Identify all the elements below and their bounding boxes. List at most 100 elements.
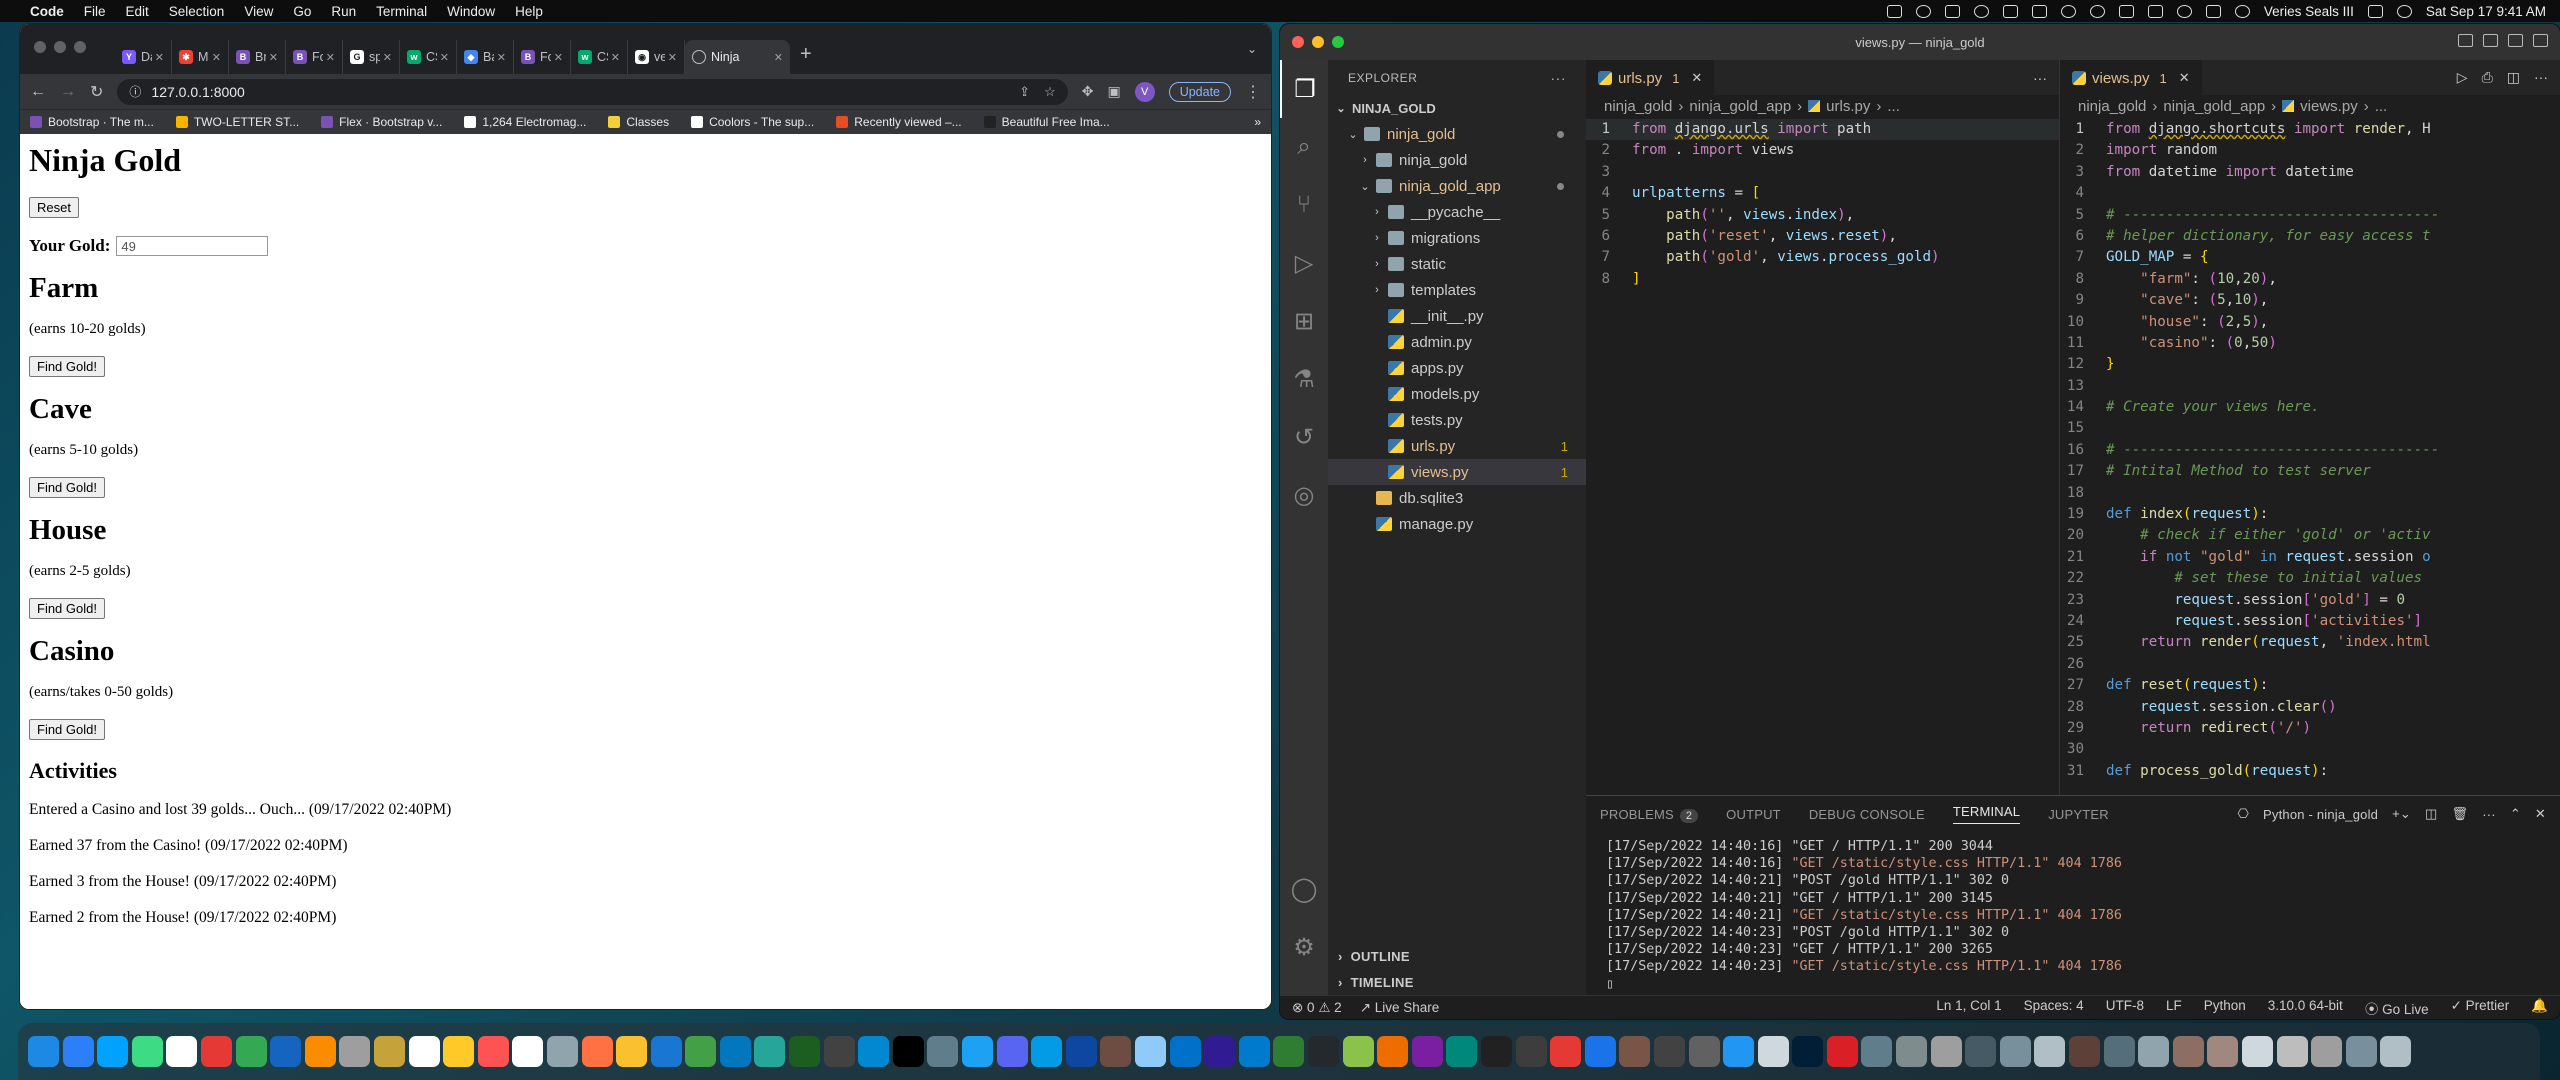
dock-app-icon[interactable]: [2311, 1036, 2343, 1067]
dock-app-icon[interactable]: [2069, 1036, 2101, 1067]
dock-app-icon[interactable]: [581, 1036, 613, 1067]
bookmark-item[interactable]: TWO-LETTER ST...: [175, 115, 299, 129]
play-icon[interactable]: [2089, 4, 2105, 18]
tree-item[interactable]: apps.py: [1328, 355, 1586, 381]
browser-tab[interactable]: ◉ verie✕: [628, 40, 685, 74]
close-tab-icon[interactable]: ✕: [269, 51, 278, 64]
menu-view[interactable]: View: [244, 4, 273, 19]
tab-jupyter[interactable]: JUPYTER: [2048, 807, 2109, 822]
close-tab-icon[interactable]: ✕: [2179, 70, 2190, 86]
dock-app-icon[interactable]: [408, 1036, 440, 1067]
tab-debug-console[interactable]: DEBUG CONSOLE: [1809, 807, 1925, 822]
dock-app-icon[interactable]: [927, 1036, 959, 1067]
dock-app-icon[interactable]: [1619, 1036, 1651, 1067]
menu-app[interactable]: Code: [30, 4, 64, 19]
bolt-icon[interactable]: [2060, 4, 2076, 18]
share-icon[interactable]: ⇪: [1019, 84, 1030, 100]
close-tab-icon[interactable]: ✕: [497, 51, 506, 64]
browser-tab[interactable]: w CSS✕: [571, 40, 628, 74]
tab-terminal[interactable]: TERMINAL: [1952, 804, 2021, 824]
dock-app-icon[interactable]: [546, 1036, 578, 1067]
split-terminal-icon[interactable]: ◫: [2425, 806, 2437, 822]
more-actions-icon[interactable]: ···: [2482, 807, 2496, 822]
settings-gear-icon[interactable]: ⚙: [1280, 918, 1328, 976]
back-icon[interactable]: ←: [30, 83, 46, 101]
dock-app-icon[interactable]: [1480, 1036, 1512, 1067]
tree-item[interactable]: ⌄ ninja_gold_app: [1328, 173, 1586, 199]
tree-item[interactable]: db.sqlite3: [1328, 485, 1586, 511]
dock-app-icon[interactable]: [962, 1036, 994, 1067]
toggle-sidebar-icon[interactable]: [2458, 34, 2473, 47]
info-icon[interactable]: ⓘ: [129, 83, 141, 100]
bookmark-star-icon[interactable]: ☆: [1044, 84, 1056, 100]
dock-app-icon[interactable]: [1930, 1036, 1962, 1067]
dock-app-icon[interactable]: [1965, 1036, 1997, 1067]
new-terminal-icon[interactable]: +⌄: [2392, 806, 2411, 822]
cursor-position[interactable]: Ln 1, Col 1: [1936, 998, 2001, 1018]
dock-app-icon[interactable]: [373, 1036, 405, 1067]
reset-button[interactable]: Reset: [29, 197, 79, 218]
bookmark-item[interactable]: 1,264 Electromag...: [464, 115, 586, 129]
close-tab-icon[interactable]: ✕: [611, 51, 620, 64]
code-views-py[interactable]: 1 from django.shortcuts import render, H …: [2060, 117, 2560, 782]
split-editor-icon[interactable]: ◫: [2507, 69, 2520, 86]
menu-help[interactable]: Help: [515, 4, 543, 19]
new-tab-icon[interactable]: +: [800, 43, 812, 66]
dock-app-icon[interactable]: [685, 1036, 717, 1067]
browser-tab[interactable]: ✱ Mag✕: [172, 40, 229, 74]
dock-app-icon[interactable]: [2103, 1036, 2135, 1067]
search-icon[interactable]: ⌕: [1280, 118, 1328, 176]
battery-icon[interactable]: [2205, 4, 2221, 18]
lock-icon[interactable]: [2002, 4, 2018, 18]
dock-app-icon[interactable]: [2207, 1036, 2239, 1067]
dock-app-icon[interactable]: [339, 1036, 371, 1067]
dock-app-icon[interactable]: [166, 1036, 198, 1067]
github-icon[interactable]: ◎: [1280, 466, 1328, 524]
dock-app-icon[interactable]: [1169, 1036, 1201, 1067]
dock-app-icon[interactable]: [1446, 1036, 1478, 1067]
dock-app-icon[interactable]: [2034, 1036, 2066, 1067]
dock-app-icon[interactable]: [1584, 1036, 1616, 1067]
tree-item[interactable]: admin.py: [1328, 329, 1586, 355]
dock-app-icon[interactable]: [1826, 1036, 1858, 1067]
explorer-icon[interactable]: ❐: [1280, 60, 1328, 118]
close-window-icon[interactable]: [1292, 36, 1304, 48]
maximize-window-icon[interactable]: [74, 41, 86, 53]
close-tab-icon[interactable]: ✕: [212, 51, 221, 64]
dock-app-icon[interactable]: [1031, 1036, 1063, 1067]
menu-go[interactable]: Go: [293, 4, 311, 19]
bookmark-item[interactable]: Recently viewed –...: [836, 115, 962, 129]
more-actions-icon[interactable]: ···: [2534, 69, 2548, 86]
minimize-window-icon[interactable]: [1312, 36, 1324, 48]
outline-section[interactable]: › OUTLINE: [1328, 943, 1586, 969]
menu-selection[interactable]: Selection: [169, 4, 225, 19]
forward-icon[interactable]: →: [60, 83, 76, 101]
tree-item[interactable]: tests.py: [1328, 407, 1586, 433]
dock-app-icon[interactable]: [1204, 1036, 1236, 1067]
dock-app-icon[interactable]: [200, 1036, 232, 1067]
extensions-icon[interactable]: ✥: [1082, 83, 1094, 100]
more-bookmarks-icon[interactable]: »: [1254, 115, 1261, 129]
browser-tab-active[interactable]: Ninja ✕: [685, 40, 790, 74]
close-tab-icon[interactable]: ✕: [155, 51, 164, 64]
tab-views-py[interactable]: views.py 1 ✕: [2060, 60, 2202, 95]
open-changes-icon[interactable]: ⎙: [2482, 69, 2493, 86]
notifications-icon[interactable]: 🔔: [2531, 998, 2548, 1018]
address-bar[interactable]: ⓘ 127.0.0.1:8000 ⇪ ☆: [117, 78, 1068, 105]
tree-item[interactable]: manage.py: [1328, 511, 1586, 537]
problems-status[interactable]: ⊗ 0 ⚠ 2: [1292, 1000, 1342, 1016]
shelf-icon[interactable]: [2118, 4, 2134, 18]
screenshot-icon[interactable]: [1944, 4, 1960, 18]
trash-icon[interactable]: 🗑: [2452, 806, 2469, 822]
dock-app-icon[interactable]: [1100, 1036, 1132, 1067]
live-share-status[interactable]: ↗ Live Share: [1360, 1000, 1440, 1016]
prettier[interactable]: ✓ Prettier: [2451, 998, 2510, 1018]
tree-item[interactable]: __init__.py: [1328, 303, 1586, 329]
dock-app-icon[interactable]: [2345, 1036, 2377, 1067]
dock-app-icon[interactable]: [477, 1036, 509, 1067]
menu-file[interactable]: File: [84, 4, 106, 19]
tree-item[interactable]: › templates: [1328, 277, 1586, 303]
close-tab-icon[interactable]: ✕: [1691, 70, 1702, 86]
tree-item[interactable]: › ninja_gold: [1328, 147, 1586, 173]
tree-item[interactable]: › migrations: [1328, 225, 1586, 251]
